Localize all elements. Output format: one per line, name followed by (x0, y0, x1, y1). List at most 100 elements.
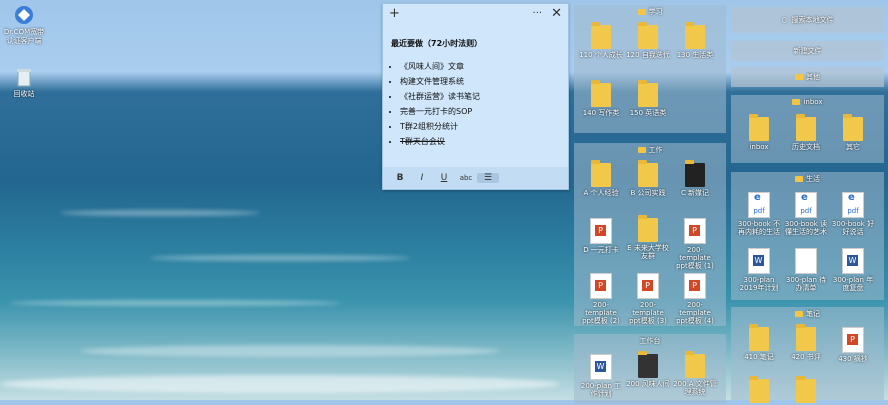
search-local-files-button[interactable]: ○ 搜索本地文件 (731, 7, 884, 33)
fence-item[interactable]: E 未来大学校友群 (626, 215, 670, 260)
fence-item-label: 300-book 好好说话 (831, 220, 875, 236)
fence-item[interactable]: 120 自我迭代 (626, 22, 670, 59)
fence-item[interactable]: 200-plan 工作计划 (579, 354, 623, 398)
fence-item[interactable]: 200 风味人间 (626, 351, 670, 388)
fence-workspace[interactable]: 工作台 200-plan 工作计划 200 风味人间 200 A 文件管理系统 (574, 334, 726, 404)
todo-item: T群2组积分统计 (400, 121, 560, 132)
fence-item[interactable]: 200-template ppt模板 (3) (626, 273, 670, 325)
format-toolbar: B I U abc ☰ (383, 167, 568, 189)
fence-item-label: 200-template ppt模板 (4) (676, 301, 714, 325)
ppt-file-icon (684, 273, 706, 299)
fence-item-label: 其它 (846, 143, 860, 151)
fence-item-label: 历史文档 (792, 143, 820, 151)
more-options-icon[interactable]: ··· (533, 8, 543, 19)
fence-item[interactable]: D 一元打卡 (579, 218, 623, 254)
desktop-icon-drcom[interactable]: Dr.COM宽带认证客户端 (2, 4, 46, 46)
fence-item[interactable]: C 新媒记 (673, 160, 717, 197)
recycle-bin-icon (13, 66, 35, 88)
fence-item-label: 200-template ppt模板 (3) (629, 301, 667, 325)
drcom-icon (13, 4, 35, 26)
wave (150, 255, 410, 261)
fence-title: 学习 (648, 8, 663, 16)
new-file-button[interactable]: 新建文件 (731, 41, 884, 61)
fence-item[interactable]: B 公司实践 (626, 160, 670, 197)
fence-item[interactable]: 200-template ppt模板 (1) (673, 218, 717, 270)
fence-life[interactable]: 生活 300-book 不再内耗的生活 300-book 读懂生活的艺术 300… (731, 172, 884, 300)
folder-icon (637, 9, 646, 15)
fence-item[interactable]: 140 写作类 (579, 80, 623, 117)
folder-icon (685, 351, 705, 378)
fence-item[interactable]: 300-plan 2019年计划 (737, 248, 781, 292)
fence-item-label: 300-book 不再内耗的生活 (737, 220, 781, 236)
fence-title: 工作台 (639, 337, 661, 345)
folder-icon (591, 80, 611, 107)
fence-item[interactable]: inbox (737, 114, 781, 151)
folder-icon (591, 22, 611, 49)
folder-icon (685, 160, 705, 187)
fence-item[interactable]: 410 笔记 (737, 324, 781, 361)
strikethrough-button[interactable]: abc (455, 174, 477, 182)
sticky-note[interactable]: + ··· ✕ 最近要做（72小时法则） 《风味人间》文章 构建文件管理系统 《… (382, 3, 569, 190)
folder-icon (795, 176, 803, 182)
fence-study[interactable]: 学习 110 个人成长 120 自我迭代 130 生活类 140 写作类 150… (574, 5, 726, 133)
fence-item[interactable]: 其它 (831, 114, 875, 151)
folder-icon (637, 147, 646, 153)
document-icon (795, 248, 817, 274)
fence-item[interactable]: 300-book 读懂生活的艺术 (784, 192, 828, 236)
fence-item[interactable] (784, 376, 828, 405)
fence-item[interactable]: 110 个人成长 (579, 22, 623, 59)
desktop-icon-recycle-bin[interactable]: 回收站 (2, 66, 46, 99)
fence-item[interactable]: 300-book 好好说话 (831, 192, 875, 236)
fence-item-label: 110 个人成长 (579, 51, 623, 59)
fence-header: 生活 (731, 172, 884, 186)
folder-icon (591, 160, 611, 187)
fence-item[interactable]: 200 A 文件管理系统 (673, 351, 717, 396)
todo-item-done: T群天台会议 (400, 136, 560, 147)
folder-icon (638, 351, 658, 378)
wave (80, 345, 500, 357)
fence-notes[interactable]: 笔记 410 笔记 420 书评 430 摘抄 (731, 307, 884, 403)
fence-item[interactable]: 130 生活类 (673, 22, 717, 59)
fence-title: 生活 (806, 175, 820, 183)
fence-item-label: 200 风味人间 (626, 380, 670, 388)
fence-item[interactable]: 430 摘抄 (831, 327, 875, 363)
sticky-title: 最近要做（72小时法则） (391, 39, 483, 48)
fence-item[interactable]: 150 英语类 (626, 80, 670, 117)
fence-item-label: 300-plan 待办清单 (785, 276, 827, 292)
todo-item: 构建文件管理系统 (400, 76, 560, 87)
fence-item-label: E 未来大学校友群 (627, 244, 669, 260)
underline-button[interactable]: U (433, 173, 455, 183)
fence-header: 笔记 (731, 307, 884, 321)
folder-icon (749, 324, 769, 351)
fence-item[interactable]: 300-plan 待办清单 (784, 248, 828, 292)
fence-work[interactable]: 工作 A 个人经验 B 公司实践 C 新媒记 D 一元打卡 E 未来大学校友群 … (574, 143, 726, 326)
add-note-icon[interactable]: + (389, 6, 400, 21)
fence-item-label: 200-plan 工作计划 (580, 382, 622, 398)
fence-item[interactable]: 420 书评 (784, 324, 828, 361)
fence-item[interactable]: 200-template ppt模板 (4) (673, 273, 717, 325)
fence-inbox[interactable]: inbox inbox 历史文档 其它 (731, 95, 884, 163)
fence-item[interactable]: 200-template ppt模板 (2) (579, 273, 623, 325)
fence-header: inbox (731, 95, 884, 109)
other-button[interactable]: 其他 (731, 67, 884, 87)
bold-button[interactable]: B (389, 173, 411, 183)
fence-item[interactable]: 300-book 不再内耗的生活 (737, 192, 781, 236)
fence-header: 工作 (574, 143, 726, 157)
fence-item-label: 200-template ppt模板 (2) (582, 301, 620, 325)
wave (0, 375, 560, 393)
ppt-file-icon (590, 218, 612, 244)
word-file-icon (842, 248, 864, 274)
fence-item-label: 120 自我迭代 (626, 51, 670, 59)
folder-icon (796, 376, 816, 403)
close-icon[interactable]: ✕ (551, 6, 562, 21)
folder-icon (796, 324, 816, 351)
italic-button[interactable]: I (411, 173, 433, 183)
button-label: 其他 (806, 73, 820, 81)
sticky-body[interactable]: 最近要做（72小时法则） 《风味人间》文章 构建文件管理系统 《社群运营》读书笔… (383, 22, 568, 147)
fence-item[interactable]: 300-plan 年度复盘 (831, 248, 875, 292)
fence-item[interactable] (737, 376, 781, 405)
list-button[interactable]: ☰ (477, 173, 499, 183)
fence-item[interactable]: A 个人经验 (579, 160, 623, 197)
fence-item[interactable]: 历史文档 (784, 114, 828, 151)
desktop-icon-label: Dr.COM宽带认证客户端 (3, 28, 45, 45)
